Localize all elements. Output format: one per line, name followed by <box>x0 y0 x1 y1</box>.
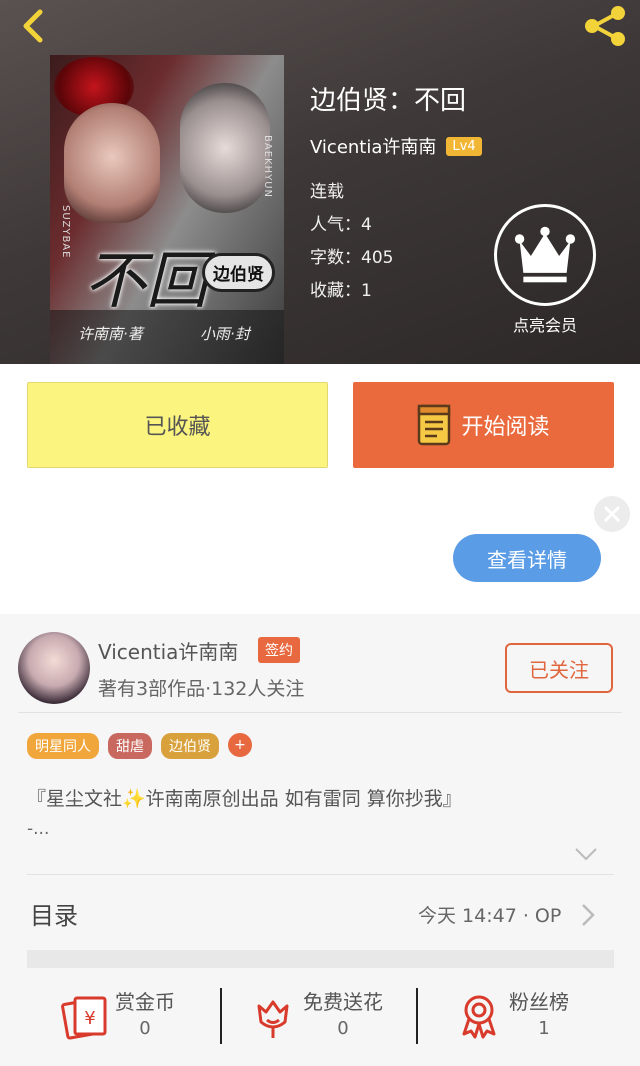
send-flowers-label: 免费送花 <box>303 990 383 1014</box>
author-stats: 著有3部作品·132人关注 <box>98 678 305 700</box>
toc-updated-time[interactable]: 今天 14:47 · OP <box>418 901 561 928</box>
follow-button[interactable]: 已关注 <box>505 643 613 693</box>
popularity-text: 人气：4 <box>310 215 372 235</box>
fan-ranking-button[interactable]: 粉丝榜 1 <box>455 986 635 1046</box>
favorites-count-text: 收藏：1 <box>310 281 372 301</box>
author-row: Vicentia许南南 Lv4 <box>310 133 482 159</box>
svg-text:¥: ¥ <box>84 1008 95 1029</box>
action-bar: 已收藏 开始阅读 <box>0 364 640 486</box>
crown-icon[interactable] <box>494 204 596 306</box>
book-header: SUZYBAE BAEKHYUN 不回 边伯贤 许南南·著 小雨·封 边伯贤：不… <box>0 0 640 364</box>
section-separator <box>27 950 614 968</box>
start-reading-label: 开始阅读 <box>461 415 550 440</box>
tag-list: 明星同人 甜虐 边伯贤 + <box>27 733 261 759</box>
award-ribbon-icon <box>462 995 496 1039</box>
status-text: 连载 <box>310 182 344 202</box>
ad-box: 查看详情 <box>0 486 640 614</box>
book-intro-more: -... <box>27 819 50 839</box>
divider <box>220 988 222 1044</box>
cover-signature-right: 小雨·封 <box>200 325 250 343</box>
cover-vertical-text-left: SUZYBAE <box>60 205 71 259</box>
favorited-button[interactable]: 已收藏 <box>27 382 328 468</box>
avatar[interactable] <box>18 632 90 704</box>
view-details-button[interactable]: 查看详情 <box>453 534 601 582</box>
cover-vertical-text-right: BAEKHYUN <box>262 135 273 199</box>
cover-badge: 边伯贤 <box>202 253 275 292</box>
signed-badge: 签约 <box>258 637 300 663</box>
book-icon <box>418 404 451 446</box>
tag-item[interactable]: 明星同人 <box>27 733 99 759</box>
flower-icon <box>257 1000 289 1038</box>
chevron-right-icon[interactable] <box>580 902 596 928</box>
vip-label[interactable]: 点亮会员 <box>494 312 596 336</box>
start-reading-button[interactable]: 开始阅读 <box>353 382 614 468</box>
divider <box>18 712 622 713</box>
book-cover[interactable]: SUZYBAE BAEKHYUN 不回 边伯贤 许南南·著 小雨·封 <box>50 55 284 364</box>
author-card: Vicentia许南南 签约 著有3部作品·132人关注 已关注 明星同人 甜虐… <box>0 614 640 1066</box>
chevron-down-icon[interactable] <box>574 846 598 862</box>
share-icon[interactable] <box>580 4 630 48</box>
word-count-text: 字数：405 <box>310 248 394 268</box>
back-arrow-icon[interactable] <box>14 6 54 46</box>
fan-ranking-label: 粉丝榜 <box>509 990 569 1014</box>
cover-portrait-right <box>180 83 270 213</box>
author-card-name[interactable]: Vicentia许南南 <box>98 636 238 665</box>
toc-title[interactable]: 目录 <box>30 896 78 931</box>
divider <box>416 988 418 1044</box>
divider <box>27 874 614 875</box>
cover-portrait-left <box>64 103 160 223</box>
book-intro: 『星尘文社✨许南南原创出品 如有雷同 算你抄我』 <box>27 788 462 810</box>
tag-item[interactable]: 边伯贤 <box>161 733 219 759</box>
cover-title-art: 不回 <box>84 244 209 317</box>
close-icon[interactable] <box>594 496 630 532</box>
send-flowers-button[interactable]: 免费送花 0 <box>249 986 429 1046</box>
tag-item[interactable]: 甜虐 <box>108 733 152 759</box>
send-flowers-count: 0 <box>337 1018 349 1039</box>
book-title: 边伯贤：不回 <box>310 86 467 116</box>
fan-ranking-count: 1 <box>538 1018 550 1039</box>
add-tag-button[interactable]: + <box>228 733 252 757</box>
bottom-actions: ¥ 赏金币 0 免费送花 0 粉丝榜 1 <box>27 968 614 1058</box>
cover-signature-left: 许南南·著 <box>78 325 143 343</box>
reward-coins-label: 赏金币 <box>115 990 175 1014</box>
reward-coins-count: 0 <box>139 1018 151 1039</box>
author-name-link[interactable]: Vicentia许南南 <box>310 133 436 159</box>
red-envelope-icon: ¥ <box>61 996 107 1040</box>
level-badge: Lv4 <box>446 136 482 156</box>
reward-coins-button[interactable]: ¥ 赏金币 0 <box>61 986 241 1046</box>
